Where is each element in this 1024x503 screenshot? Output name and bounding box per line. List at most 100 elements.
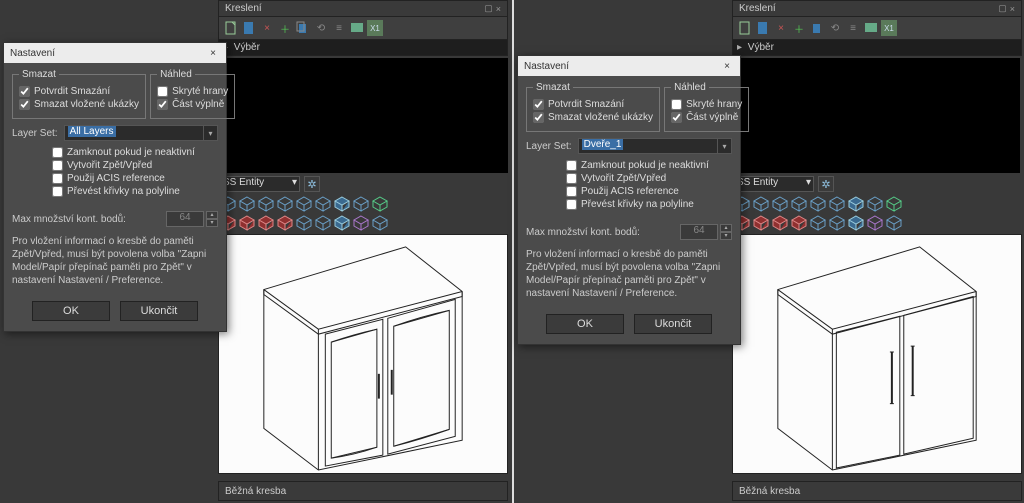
iso-cube-icon[interactable] [315,215,332,231]
copy-icon[interactable] [809,20,825,36]
iso-cube-icon[interactable] [372,196,389,212]
spinner-down-icon[interactable]: ▾ [206,219,218,227]
layerset-label: Layer Set: [526,141,572,152]
chevron-down-icon[interactable]: ▾ [717,139,731,153]
pin-icon[interactable]: ▢ [484,3,493,14]
xl-badge-icon[interactable]: X1 [367,20,383,36]
chk-acis[interactable]: Použij ACIS reference [566,186,732,197]
delete-icon[interactable]: × [773,20,789,36]
iso-cube-red-icon[interactable] [239,215,256,231]
chevron-down-icon[interactable]: ▾ [203,126,217,140]
tree-row[interactable]: ▸ Výběr [733,39,1021,55]
close-icon[interactable]: × [720,59,734,73]
dialog-title-bar[interactable]: Nastavení × [518,56,740,76]
iso-cube-red-icon[interactable] [791,215,808,231]
max-spinner[interactable]: ▴▾ [720,224,732,240]
iso-cube-icon[interactable] [296,215,313,231]
chk-fill[interactable]: Část výplně [157,99,228,110]
close-icon[interactable]: × [206,46,220,60]
close-icon[interactable]: × [496,4,501,14]
entity-select[interactable]: SS Entity▾ [734,176,814,192]
add-icon[interactable]: ＋ [791,20,807,36]
sun-icon[interactable]: ✲ [304,176,320,192]
chk-acis[interactable]: Použij ACIS reference [52,173,218,184]
layerset-select[interactable]: Dveře_1 ▾ [578,138,732,154]
chk-poly[interactable]: Převést křivky na polyline [52,186,218,197]
chk-samples[interactable]: Smazat vložené ukázky [19,99,139,110]
iso-cube-red-icon[interactable] [753,215,770,231]
chk-lock[interactable]: Zamknout pokud je neaktivní [52,147,218,158]
spinner-down-icon[interactable]: ▾ [720,232,732,240]
board-icon[interactable] [349,20,365,36]
spinner-up-icon[interactable]: ▴ [720,224,732,232]
doc-blue-icon[interactable] [241,20,257,36]
settings-icon[interactable]: ≡ [845,20,861,36]
entity-select[interactable]: SS Entity▾ [220,176,300,192]
new-doc-icon[interactable] [223,20,239,36]
iso-cube-icon[interactable] [334,196,351,212]
drawing-viewport[interactable] [218,234,508,474]
iso-cube-icon[interactable] [829,215,846,231]
iso-cube-sel-icon[interactable] [334,215,351,231]
iso-cube-icon[interactable] [829,196,846,212]
chk-confirm[interactable]: Potvrdit Smazání [19,86,139,97]
iso-cube-icon[interactable] [867,215,884,231]
iso-cube-icon[interactable] [353,196,370,212]
chk-fill[interactable]: Část výplně [671,112,742,123]
iso-cube-icon[interactable] [791,196,808,212]
chk-hidden[interactable]: Skryté hrany [157,86,228,97]
settings-icon[interactable]: ≡ [331,20,347,36]
chk-confirm[interactable]: Potvrdit Smazání [533,99,653,110]
delete-icon[interactable]: × [259,20,275,36]
layerset-select[interactable]: All Layers ▾ [64,125,218,141]
iso-cube-icon[interactable] [810,196,827,212]
iso-cube-icon[interactable] [810,215,827,231]
chk-undo[interactable]: Vytvořit Zpět/Vpřed [566,173,732,184]
tree-expand-icon[interactable]: ▸ [737,42,745,53]
iso-cube-icon[interactable] [886,196,903,212]
refresh-icon[interactable]: ⟲ [313,20,329,36]
refresh-icon[interactable]: ⟲ [827,20,843,36]
doc-blue-icon[interactable] [755,20,771,36]
chk-hidden[interactable]: Skryté hrany [671,99,742,110]
iso-cube-icon[interactable] [753,196,770,212]
chk-lock[interactable]: Zamknout pokud je neaktivní [566,160,732,171]
iso-cube-icon[interactable] [258,196,275,212]
iso-cube-icon[interactable] [239,196,256,212]
iso-cube-icon[interactable] [296,196,313,212]
ok-button[interactable]: OK [32,301,110,321]
iso-cube-icon[interactable] [277,196,294,212]
iso-cube-red-icon[interactable] [772,215,789,231]
add-icon[interactable]: ＋ [277,20,293,36]
drawing-viewport[interactable] [732,234,1022,474]
cancel-button[interactable]: Ukončit [120,301,198,321]
tree-row[interactable]: ▸ Výběr [219,39,507,55]
chk-undo[interactable]: Vytvořit Zpět/Vpřed [52,160,218,171]
spinner-up-icon[interactable]: ▴ [206,211,218,219]
iso-cube-icon[interactable] [772,196,789,212]
iso-cube-icon[interactable] [886,215,903,231]
xl-badge-icon[interactable]: X1 [881,20,897,36]
pin-icon[interactable]: ▢ [998,3,1007,14]
iso-cube-red-icon[interactable] [258,215,275,231]
chk-samples[interactable]: Smazat vložené ukázky [533,112,653,123]
copy-icon[interactable] [295,20,311,36]
iso-cube-red-icon[interactable] [277,215,294,231]
close-icon[interactable]: × [1010,4,1015,14]
sun-icon[interactable]: ✲ [818,176,834,192]
board-icon[interactable] [863,20,879,36]
max-field[interactable]: 64 [680,224,718,240]
iso-cube-sel-icon[interactable] [848,196,865,212]
dialog-title-bar[interactable]: Nastavení × [4,43,226,63]
ok-button[interactable]: OK [546,314,624,334]
iso-cube-icon[interactable] [372,215,389,231]
iso-cube-icon[interactable] [315,196,332,212]
iso-cube-icon[interactable] [867,196,884,212]
max-spinner[interactable]: ▴▾ [206,211,218,227]
iso-cube-icon[interactable] [353,215,370,231]
chk-poly[interactable]: Převést křivky na polyline [566,199,732,210]
iso-cube-sel-icon[interactable] [848,215,865,231]
new-doc-icon[interactable] [737,20,753,36]
cancel-button[interactable]: Ukončit [634,314,712,334]
max-field[interactable]: 64 [166,211,204,227]
